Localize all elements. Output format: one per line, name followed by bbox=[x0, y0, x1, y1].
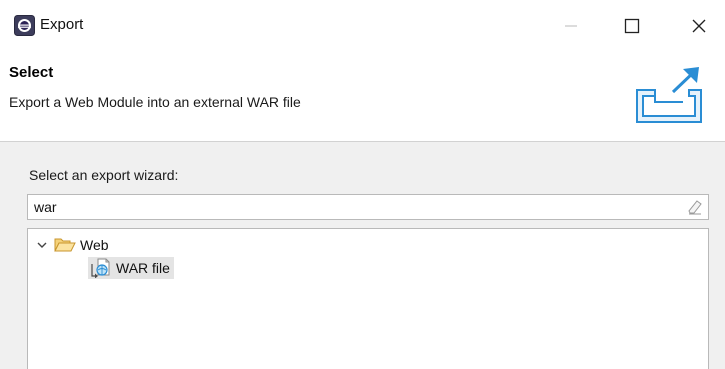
minimize-button[interactable] bbox=[548, 8, 594, 44]
chevron-down-icon[interactable] bbox=[36, 239, 48, 251]
page-title: Select bbox=[9, 64, 54, 81]
close-button[interactable] bbox=[676, 8, 722, 44]
wizard-label: Select an export wizard: bbox=[29, 167, 179, 183]
eclipse-icon bbox=[14, 15, 35, 36]
tree-item-web[interactable]: Web bbox=[36, 234, 109, 256]
war-file-icon bbox=[91, 258, 110, 278]
title-bar[interactable]: Export bbox=[0, 0, 725, 50]
tree-item-label: Web bbox=[80, 237, 109, 253]
maximize-icon bbox=[624, 18, 640, 34]
export-wizard-icon bbox=[636, 67, 702, 123]
wizard-tree[interactable]: Web WAR file bbox=[27, 228, 709, 369]
export-dialog: Export Select Export a Web Module into a… bbox=[0, 0, 725, 369]
wizard-body: Select an export wizard: Web bbox=[0, 142, 725, 369]
open-folder-icon bbox=[54, 238, 76, 252]
minimize-icon bbox=[565, 25, 577, 27]
close-icon bbox=[692, 19, 706, 33]
wizard-header: Select Export a Web Module into an exter… bbox=[0, 50, 725, 142]
filter-input[interactable] bbox=[34, 198, 674, 216]
eraser-icon[interactable] bbox=[688, 200, 702, 215]
maximize-button[interactable] bbox=[609, 8, 655, 44]
selected-tree-item[interactable]: WAR file bbox=[88, 257, 174, 279]
tree-item-war-file[interactable]: WAR file bbox=[88, 257, 174, 279]
tree-item-label: WAR file bbox=[116, 260, 170, 276]
page-description: Export a Web Module into an external WAR… bbox=[9, 94, 301, 110]
filter-field[interactable] bbox=[27, 194, 709, 220]
window-title: Export bbox=[40, 16, 84, 33]
